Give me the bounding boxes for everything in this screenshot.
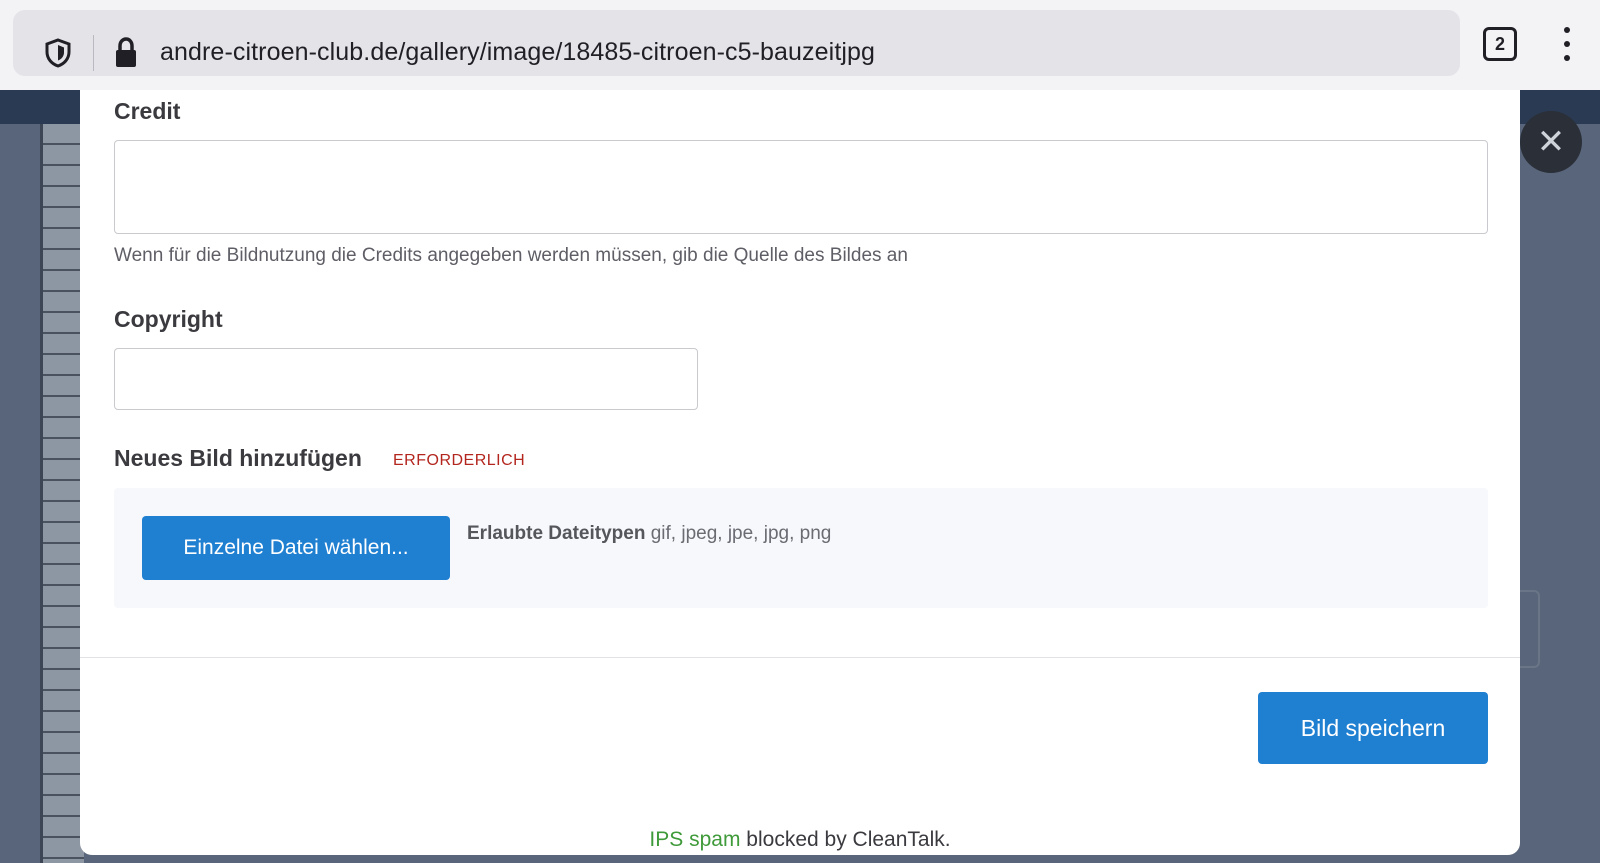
cleantalk-note: IPS spam blocked by CleanTalk. (80, 828, 1520, 852)
footer-divider (80, 657, 1520, 658)
save-image-button[interactable]: Bild speichern (1258, 692, 1488, 764)
credit-textarea[interactable] (114, 140, 1488, 234)
address-bar[interactable]: andre-citroen-club.de/gallery/image/1848… (13, 10, 1460, 76)
upload-dropzone[interactable]: Einzelne Datei wählen... Erlaubte Dateit… (114, 488, 1488, 608)
browser-toolbar: andre-citroen-club.de/gallery/image/1848… (0, 0, 1600, 90)
copyright-input[interactable] (114, 348, 698, 410)
choose-file-button[interactable]: Einzelne Datei wählen... (142, 516, 450, 580)
ips-spam-link[interactable]: IPS spam (649, 828, 740, 851)
cleantalk-text: blocked by CleanTalk. (746, 828, 951, 851)
allowed-types-label: Erlaubte Dateitypen (467, 523, 646, 544)
lock-icon[interactable] (115, 37, 137, 74)
kebab-menu-icon[interactable] (1561, 27, 1573, 61)
allowed-types-value: gif, jpeg, jpe, jpg, png (650, 523, 832, 544)
close-icon: ✕ (1536, 122, 1566, 162)
copyright-label: Copyright (114, 306, 223, 332)
tab-count-button[interactable]: 2 (1483, 27, 1517, 61)
address-bar-divider (93, 35, 94, 71)
edit-image-modal: Credit Wenn für die Bildnutzung die Cred… (80, 70, 1520, 855)
upload-label: Neues Bild hinzufügen (114, 445, 362, 471)
close-button[interactable]: ✕ (1520, 111, 1582, 173)
background-panel (1520, 590, 1540, 668)
required-badge: ERFORDERLICH (393, 452, 526, 469)
credit-hint: Wenn für die Bildnutzung die Credits ang… (114, 245, 908, 266)
background-image-preview (40, 124, 84, 863)
allowed-file-types: Erlaubte Dateitypen gif, jpeg, jpe, jpg,… (467, 523, 831, 545)
url-text[interactable]: andre-citroen-club.de/gallery/image/1848… (160, 38, 875, 67)
shield-icon[interactable] (45, 38, 71, 73)
credit-label: Credit (114, 98, 181, 124)
